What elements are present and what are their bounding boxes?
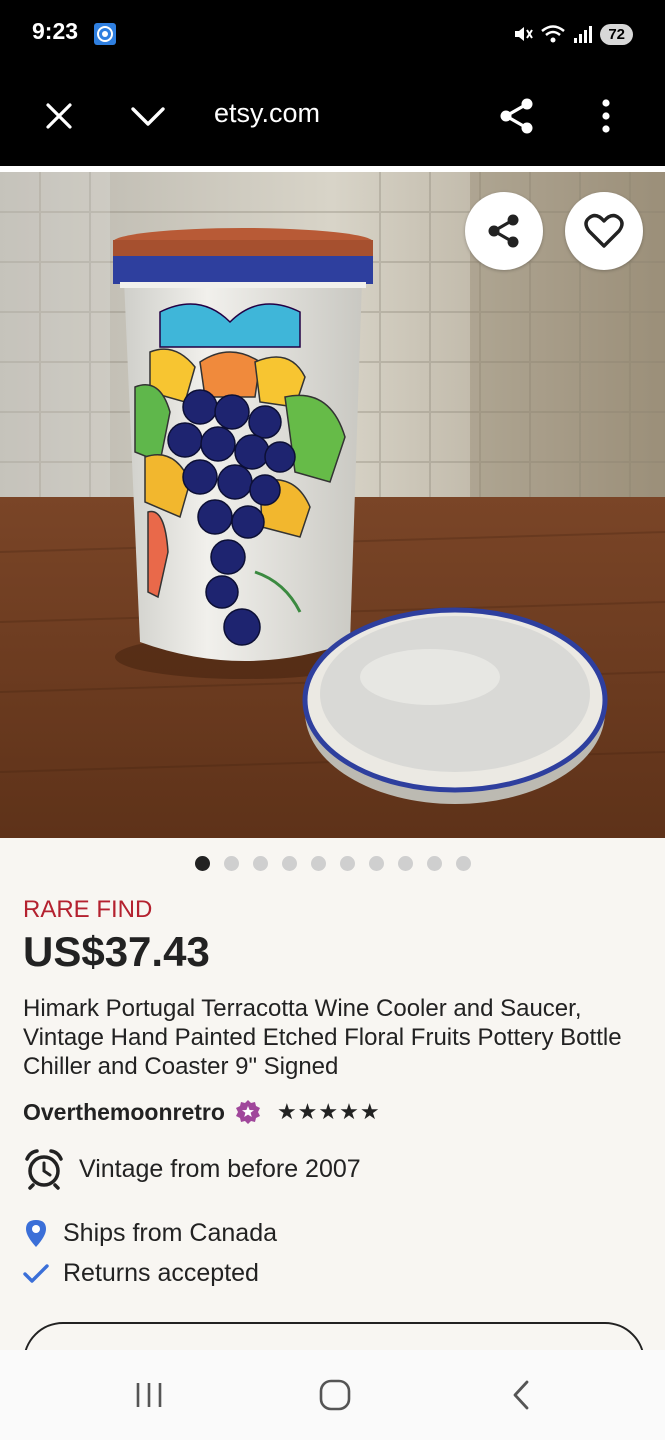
carousel-dot[interactable] xyxy=(455,856,471,871)
returns-text: Returns accepted xyxy=(63,1259,259,1287)
rare-find-badge: RARE FIND xyxy=(23,896,153,923)
star-seller-icon xyxy=(235,1100,260,1124)
share-icon xyxy=(488,214,519,248)
carousel-dot[interactable] xyxy=(252,856,268,871)
ships-from-text: Ships from Canada xyxy=(63,1218,278,1247)
more-vert-icon xyxy=(602,99,610,133)
price: US$37.43 xyxy=(23,928,210,975)
app-notification-icon xyxy=(94,23,116,45)
alarm-clock-icon xyxy=(25,1149,63,1190)
shop-name[interactable]: Overthemoonretro xyxy=(23,1099,225,1126)
product-photo xyxy=(0,172,665,838)
vintage-text: Vintage from before 2007 xyxy=(79,1154,361,1183)
carousel-dot[interactable] xyxy=(368,856,384,871)
check-icon xyxy=(23,1263,49,1283)
carousel-dot[interactable] xyxy=(397,856,413,871)
favorite-button[interactable] xyxy=(565,192,643,270)
share-icon xyxy=(500,98,533,134)
listing-title: Himark Portugal Terracotta Wine Cooler a… xyxy=(23,995,622,1080)
shipping-info: Ships from Canada xyxy=(23,1218,277,1248)
back-icon xyxy=(513,1380,529,1410)
shop-row[interactable]: Overthemoonretro ★★★★★ xyxy=(23,1096,381,1128)
chevron-down-icon xyxy=(131,107,165,126)
carousel-dot[interactable] xyxy=(223,856,239,871)
status-indicators: 72 xyxy=(512,20,633,48)
share-listing-button[interactable] xyxy=(465,192,543,270)
status-time: 9:23 xyxy=(32,18,79,44)
vintage-info: Vintage from before 2007 xyxy=(23,1148,361,1190)
battery-indicator: 72 xyxy=(600,23,633,45)
carousel-dot[interactable] xyxy=(310,856,326,871)
more-options-button[interactable] xyxy=(584,94,628,138)
wifi-icon xyxy=(541,25,566,43)
close-button[interactable] xyxy=(37,94,81,138)
location-pin-icon xyxy=(26,1220,46,1247)
returns-info: Returns accepted xyxy=(23,1259,259,1288)
url-label[interactable]: etsy.com xyxy=(214,98,320,129)
mute-icon xyxy=(515,27,534,41)
rating-stars: ★★★★★ xyxy=(276,1099,381,1124)
product-image[interactable] xyxy=(0,172,665,838)
carousel-dot[interactable] xyxy=(339,856,355,871)
heart-icon xyxy=(584,213,624,248)
close-icon xyxy=(46,103,72,129)
recent-apps-icon xyxy=(136,1383,162,1407)
carousel-dot[interactable] xyxy=(426,856,442,871)
home-button[interactable] xyxy=(305,1372,365,1418)
home-icon xyxy=(319,1379,351,1411)
recent-apps-button[interactable] xyxy=(119,1372,179,1418)
share-page-button[interactable] xyxy=(495,94,539,138)
carousel-pagination xyxy=(0,856,665,871)
browser-toolbar: etsy.com xyxy=(0,68,665,166)
carousel-dot[interactable] xyxy=(281,856,297,871)
minimize-button[interactable] xyxy=(126,94,170,138)
carousel-dot[interactable] xyxy=(194,856,210,871)
status-bar: 9:23 72 xyxy=(0,0,665,68)
signal-icon xyxy=(574,26,593,43)
system-nav-bar xyxy=(0,1350,665,1440)
back-button[interactable] xyxy=(491,1372,551,1418)
